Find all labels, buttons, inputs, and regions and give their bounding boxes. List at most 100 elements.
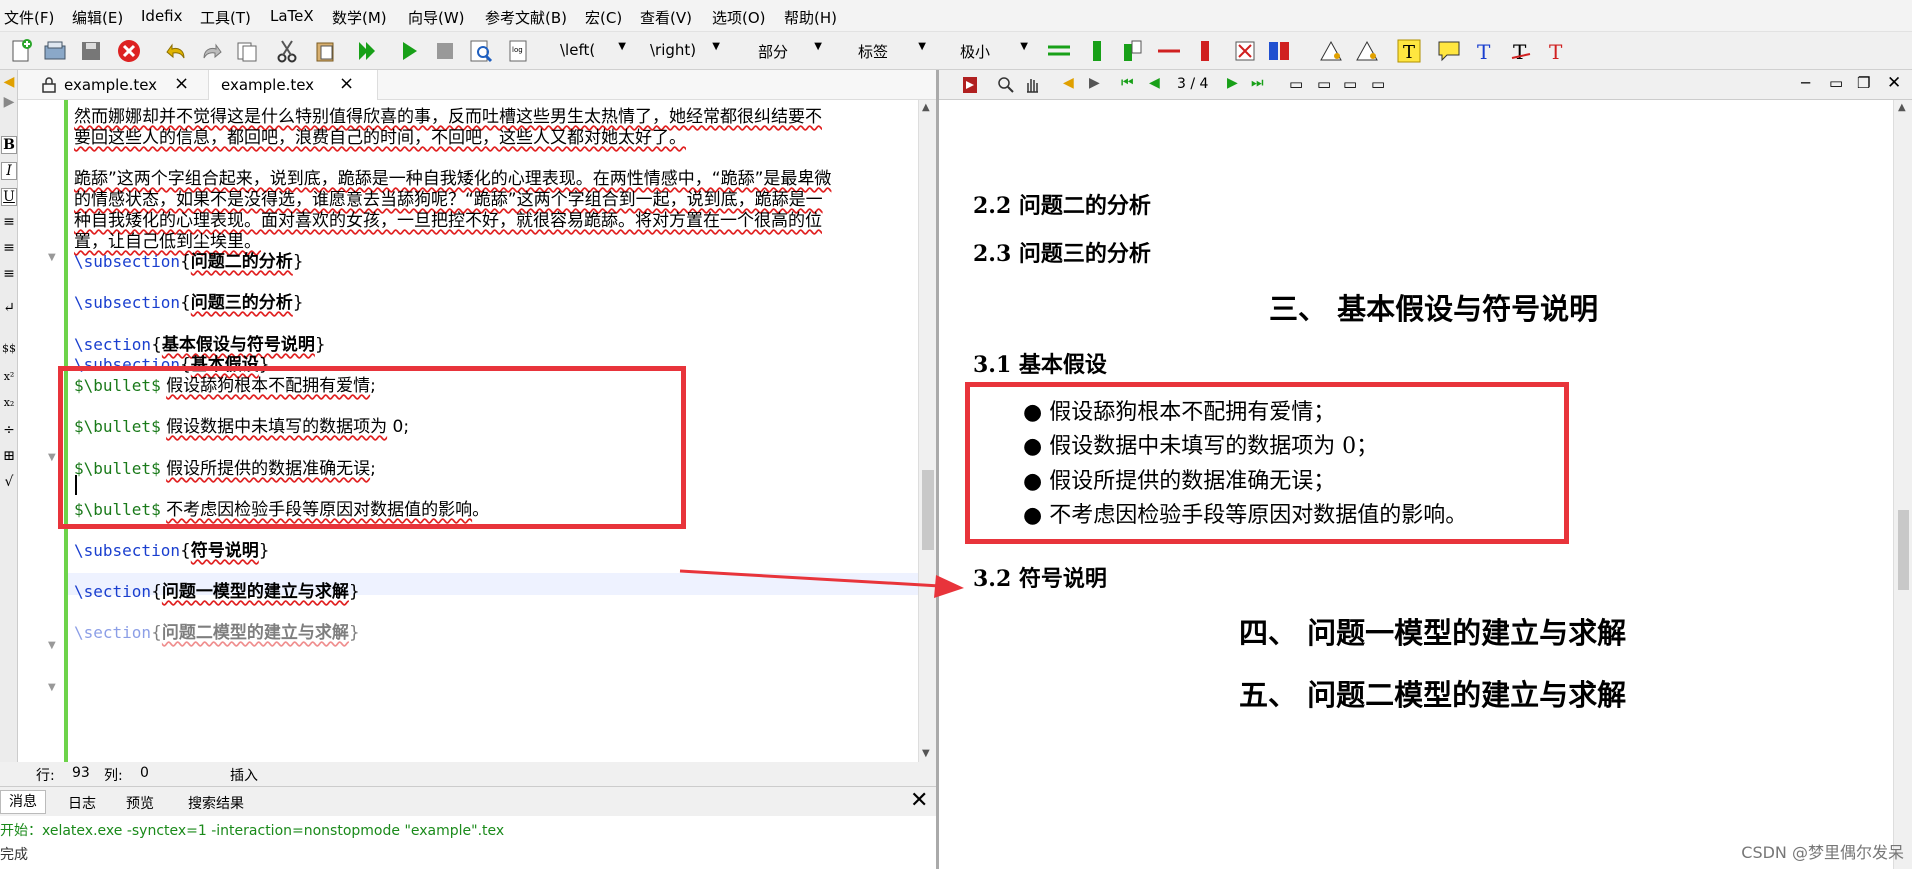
triangle-up-icon[interactable] — [1318, 38, 1344, 64]
editor-scrollbar[interactable]: ▲ ▼ — [918, 100, 936, 762]
fold-marker[interactable]: ▼ — [48, 252, 56, 263]
tab-example-2[interactable]: example.tex × — [208, 70, 378, 100]
previous-view-icon[interactable]: ◀ — [1063, 75, 1074, 91]
fold-marker[interactable]: ▼ — [48, 682, 56, 693]
size-dropdown[interactable]: 极小 ▼ — [960, 41, 1028, 62]
sectioning-dropdown[interactable]: 部分 ▼ — [758, 41, 822, 62]
table-col-icon[interactable] — [1084, 38, 1110, 64]
menu-file[interactable]: 文件(F) — [4, 7, 54, 28]
menu-help[interactable]: 帮助(H) — [784, 7, 837, 28]
copy-icon[interactable] — [234, 38, 260, 64]
source-editor[interactable]: ▼ ▼ ▼ ▼ 然而娜娜却并不觉得这是什么特别值得欣喜的事，反而吐槽这些男生太热… — [18, 100, 936, 762]
arrow-right-icon[interactable]: ▶ — [1, 94, 17, 110]
tab-log[interactable]: 日志 — [68, 793, 96, 813]
remove-table-icon[interactable] — [1232, 38, 1258, 64]
pdf-icon[interactable] — [961, 76, 979, 94]
align-right-icon[interactable]: ≡ — [1, 266, 17, 282]
zoom-icon[interactable] — [997, 76, 1015, 94]
tab-preview[interactable]: 预览 — [126, 793, 154, 813]
label-dropdown[interactable]: 标签 ▼ — [858, 41, 926, 62]
close-icon[interactable]: ✕ — [1887, 73, 1901, 93]
display-math-button[interactable]: $$ — [1, 342, 17, 355]
bold-button[interactable]: B — [1, 136, 17, 154]
tile-icon[interactable]: ▭ — [1829, 74, 1843, 92]
undo-icon[interactable] — [164, 38, 190, 64]
menu-bibliography[interactable]: 参考文献(B) — [485, 7, 567, 28]
run-icon[interactable] — [396, 38, 422, 64]
menu-macros[interactable]: 宏(C) — [585, 7, 622, 28]
fold-marker[interactable]: ▼ — [48, 640, 56, 651]
previous-page-icon[interactable]: ◀ — [1149, 75, 1160, 91]
new-file-icon[interactable] — [8, 38, 34, 64]
sqrt-button[interactable]: √ — [1, 474, 17, 490]
maximize-icon[interactable]: ❐ — [1857, 74, 1870, 92]
delete-row-icon[interactable] — [1156, 38, 1182, 64]
arrow-left-icon[interactable]: ◀ — [1, 74, 17, 90]
scroll-thumb[interactable] — [1898, 510, 1909, 590]
next-page-icon[interactable]: ▶ — [1227, 75, 1238, 91]
two-pages-icon[interactable]: ▭ — [1343, 75, 1357, 93]
last-page-icon[interactable]: ⏭ — [1251, 75, 1264, 91]
pdf-toolbar: ◀ ▶ ⏮ ◀ 3 / 4 ▶ ⏭ ▭ ▭ ▭ ▭ ─ ▭ ❐ ✕ — [939, 70, 1912, 100]
page-indicator[interactable]: 3 / 4 — [1177, 76, 1208, 92]
insert-table-icon[interactable] — [1120, 38, 1146, 64]
text-highlight-icon[interactable]: T — [1396, 38, 1422, 64]
open-file-icon[interactable] — [42, 38, 68, 64]
subscript-button[interactable]: x₂ — [1, 396, 17, 409]
right-delimiter-dropdown[interactable]: \right) ▼ — [650, 41, 720, 59]
menu-idefix[interactable]: Idefix — [141, 7, 183, 25]
align-left-icon[interactable]: ≡ — [1, 214, 17, 230]
superscript-button[interactable]: x² — [1, 370, 17, 383]
single-page-icon[interactable]: ▭ — [1289, 75, 1303, 93]
annotation-box-preview — [965, 382, 1569, 544]
continuous-icon[interactable]: ▭ — [1317, 75, 1331, 93]
preview-scrollbar[interactable]: ▲ — [1893, 100, 1912, 869]
fit-width-icon[interactable]: ▭ — [1371, 75, 1385, 93]
comment-icon[interactable] — [1436, 38, 1462, 64]
menu-math[interactable]: 数学(M) — [332, 7, 387, 28]
tab-close-icon[interactable]: × — [339, 73, 354, 94]
next-view-icon[interactable]: ▶ — [1089, 75, 1100, 91]
text-blue-icon[interactable]: T — [1472, 38, 1498, 64]
close-icon[interactable]: ✕ — [910, 788, 928, 813]
code-line-subsection: \subsection{问题三的分析} — [74, 293, 304, 313]
underline-button[interactable]: U — [1, 188, 17, 206]
cut-icon[interactable] — [274, 38, 300, 64]
scroll-thumb[interactable] — [922, 470, 934, 550]
redo-icon[interactable] — [198, 38, 224, 64]
tab-example-1[interactable]: example.tex × — [40, 70, 200, 100]
tab-search-results[interactable]: 搜索结果 — [188, 793, 244, 813]
menu-view[interactable]: 查看(V) — [640, 7, 692, 28]
menu-tools[interactable]: 工具(T) — [200, 7, 251, 28]
multi-column-icon[interactable] — [1266, 38, 1292, 64]
tab-messages[interactable]: 消息 — [0, 790, 46, 814]
matrix-icon[interactable]: ⊞ — [1, 448, 17, 464]
minimize-icon[interactable]: ─ — [1801, 74, 1810, 92]
left-delimiter-dropdown[interactable]: \left(▼ — [560, 41, 626, 59]
italic-button[interactable]: I — [1, 162, 17, 180]
text-strike-icon[interactable]: T — [1508, 38, 1534, 64]
newline-icon[interactable]: ↵ — [1, 300, 17, 316]
menu-wizard[interactable]: 向导(W) — [408, 7, 465, 28]
tab-close-icon[interactable]: × — [174, 73, 189, 94]
delete-col-icon[interactable] — [1192, 38, 1218, 64]
triangle-down-icon[interactable] — [1354, 38, 1380, 64]
view-log-icon[interactable]: log — [506, 38, 532, 64]
paste-icon[interactable] — [312, 38, 338, 64]
quick-build-icon[interactable] — [354, 38, 380, 64]
text-red-icon[interactable]: T — [1544, 38, 1570, 64]
hand-tool-icon[interactable] — [1023, 76, 1041, 94]
save-icon[interactable] — [78, 38, 104, 64]
view-pdf-icon[interactable] — [468, 38, 494, 64]
menu-options[interactable]: 选项(O) — [712, 7, 766, 28]
menu-edit[interactable]: 编辑(E) — [72, 7, 123, 28]
table-row-icon[interactable] — [1046, 38, 1072, 64]
fold-marker[interactable]: ▼ — [48, 452, 56, 463]
pdf-preview[interactable]: 2.2 问题二的分析 2.3 问题三的分析 三、 基本假设与符号说明 3.1 基… — [939, 100, 1893, 869]
fraction-button[interactable]: ÷ — [1, 422, 17, 438]
align-center-icon[interactable]: ≡ — [1, 240, 17, 256]
stop-icon[interactable] — [432, 38, 458, 64]
menu-latex[interactable]: LaTeX — [270, 7, 314, 25]
close-file-icon[interactable] — [116, 38, 142, 64]
first-page-icon[interactable]: ⏮ — [1121, 75, 1134, 91]
